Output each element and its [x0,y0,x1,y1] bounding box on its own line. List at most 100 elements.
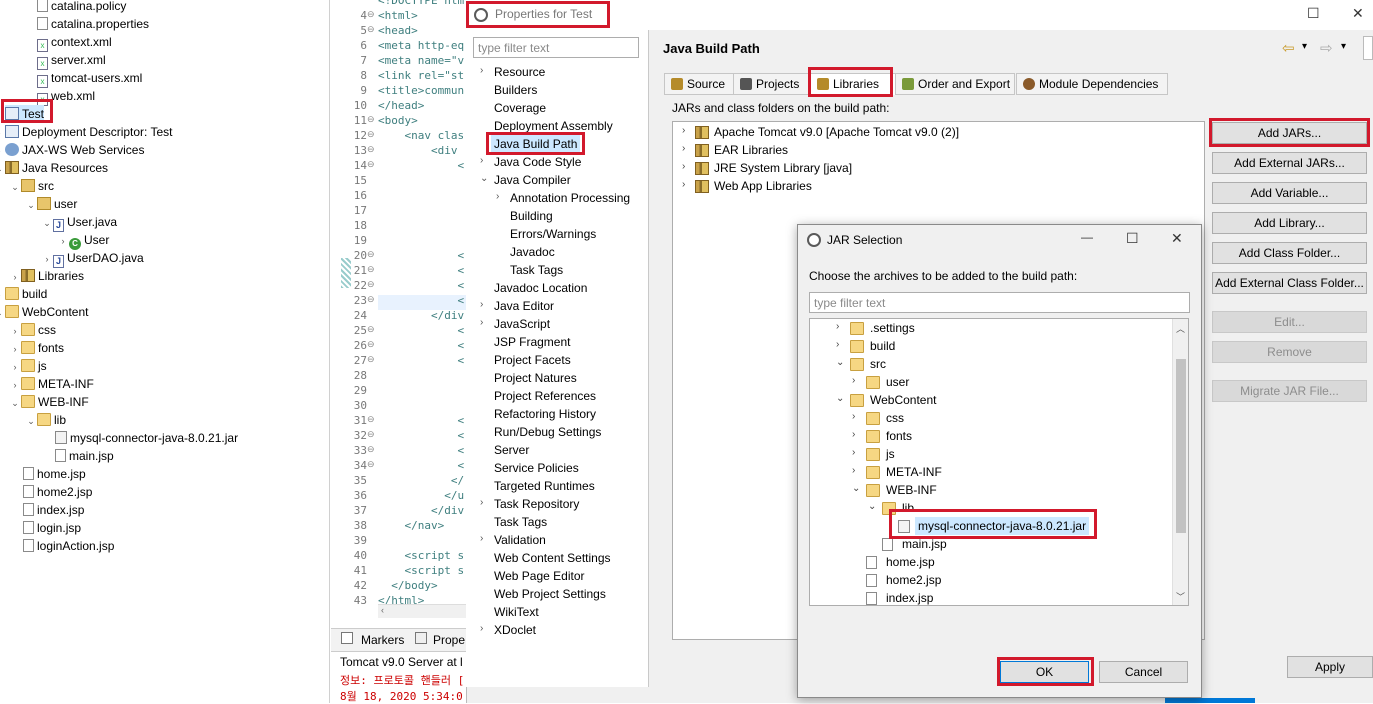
explorer-item[interactable]: home.jsp [23,465,86,483]
expand-chevron-icon[interactable]: › [852,447,855,458]
fold-icon[interactable]: ⊖ [367,9,377,20]
expand-chevron-icon[interactable]: › [852,429,855,440]
fold-icon[interactable]: ⊖ [367,414,377,425]
tree-item[interactable]: WEB-INF [886,481,937,499]
nav-item[interactable]: Targeted Runtimes [494,477,595,495]
expand-chevron-icon[interactable]: › [480,497,483,508]
nav-item[interactable]: Task Tags [510,261,563,279]
nav-item[interactable]: Deployment Assembly [494,117,613,135]
nav-item[interactable]: Building [510,207,553,225]
tree-item[interactable]: src [870,355,886,373]
minimize-icon[interactable]: — [1081,230,1093,244]
tree-item[interactable]: css [886,409,904,427]
tree-item[interactable]: META-INF [886,463,942,481]
nav-item[interactable]: Java Build Path [491,135,581,153]
explorer-item[interactable]: ›Deployment Descriptor: Test [0,123,173,141]
expand-chevron-icon[interactable]: › [480,65,483,76]
library-item[interactable]: Apache Tomcat v9.0 [Apache Tomcat v9.0 (… [714,123,959,141]
explorer-item[interactable]: index.jsp [23,501,84,519]
remove-button[interactable]: Remove [1212,341,1367,363]
explorer-item[interactable]: catalina.properties [37,15,149,33]
fold-icon[interactable]: ⊖ [367,339,377,350]
expand-chevron-icon[interactable]: › [852,465,855,476]
explorer-item[interactable]: mysql-connector-java-8.0.21.jar [55,429,238,447]
fold-icon[interactable]: ⊖ [367,144,377,155]
expand-chevron-icon[interactable]: › [480,299,483,310]
fold-icon[interactable]: ⊖ [367,114,377,125]
expand-chevron-icon[interactable]: › [9,358,21,376]
collapse-chevron-icon[interactable]: ⌄ [836,357,844,368]
add-jars-button[interactable]: Add JARs... [1212,122,1367,144]
explorer-item[interactable]: x context.xml [37,33,112,52]
fold-icon[interactable]: ⊖ [367,24,377,35]
nav-item[interactable]: JSP Fragment [494,333,570,351]
tree-item[interactable]: user [886,373,909,391]
code-editor[interactable]: <!DOCTYPE html>4⊖<html>5⊖<head>6<meta ht… [331,0,466,628]
collapse-chevron-icon[interactable]: ⌄ [41,214,53,232]
expand-chevron-icon[interactable]: › [480,623,483,634]
nav-item[interactable]: Server [494,441,529,459]
tree-item[interactable]: .settings [870,319,915,337]
explorer-item[interactable]: ⌄ lib [27,411,66,429]
add-library-button[interactable]: Add Library... [1212,212,1367,234]
explorer-item[interactable]: › J UserDAO.java [46,249,144,268]
explorer-item[interactable]: › css [14,321,56,339]
library-item[interactable]: Web App Libraries [714,177,812,195]
tree-item[interactable]: index.jsp [886,589,933,605]
explorer-item[interactable]: ⌄ WEB-INF [11,393,89,411]
explorer-item[interactable]: › fonts [14,339,64,357]
explorer-item[interactable]: ›JAX-WS Web Services [0,141,144,159]
scroll-down-icon[interactable]: ﹀ [1176,590,1185,603]
explorer-item[interactable]: ⌄WebContent [0,303,89,321]
tab-module-dependencies[interactable]: Module Dependencies [1016,73,1168,95]
maximize-icon[interactable]: ☐ [1126,230,1139,247]
nav-item[interactable]: Web Project Settings [494,585,606,603]
library-item[interactable]: EAR Libraries [714,141,788,159]
add-external-class-folder-button[interactable]: Add External Class Folder... [1212,272,1367,294]
fold-icon[interactable]: ⊖ [367,279,377,290]
explorer-item[interactable]: › C User [62,231,109,250]
nav-item[interactable]: Java Code Style [494,153,581,171]
explorer-item[interactable]: x tomcat-users.xml [37,69,142,88]
explorer-item[interactable]: Test [5,105,45,123]
forward-menu-icon[interactable]: ▾ [1341,41,1346,52]
explorer-item[interactable]: ⌄Java Resources [0,159,108,177]
fold-icon[interactable]: ⊖ [367,324,377,335]
explorer-item[interactable]: home2.jsp [23,483,92,501]
ok-button[interactable]: OK [1000,661,1089,683]
collapse-chevron-icon[interactable]: ⌄ [25,412,37,430]
nav-item[interactable]: WikiText [494,603,539,621]
tree-item[interactable]: fonts [886,427,912,445]
fold-icon[interactable]: ⊖ [367,249,377,260]
edit-button[interactable]: Edit... [1212,311,1367,333]
explorer-item[interactable]: ⌄ J User.java [43,213,117,232]
fold-icon[interactable]: ⊖ [367,444,377,455]
collapse-chevron-icon[interactable]: ⌄ [9,394,21,412]
expand-chevron-icon[interactable]: › [496,191,499,202]
explorer-item[interactable]: ⌄ user [27,195,77,213]
nav-item[interactable]: Project Facets [494,351,571,369]
fold-icon[interactable]: ⊖ [367,159,377,170]
tab-properties[interactable]: Prope [433,633,465,647]
tab-order-and-export[interactable]: Order and Export [895,73,1015,95]
expand-chevron-icon[interactable]: › [41,250,53,268]
tree-item[interactable]: lib [902,499,914,517]
expand-chevron-icon[interactable]: › [682,125,685,136]
migrate-jar-button[interactable]: Migrate JAR File... [1212,380,1367,402]
fold-icon[interactable]: ⊖ [367,354,377,365]
expand-chevron-icon[interactable]: › [9,322,21,340]
add-variable-button[interactable]: Add Variable... [1212,182,1367,204]
explorer-item[interactable]: › Libraries [14,267,84,285]
tree-item[interactable]: mysql-connector-java-8.0.21.jar [915,517,1090,535]
tree-item[interactable]: WebContent [870,391,937,409]
nav-item[interactable]: XDoclet [494,621,536,639]
nav-filter-input[interactable] [473,37,639,58]
collapse-chevron-icon[interactable]: ⌄ [868,501,876,512]
collapse-chevron-icon[interactable]: ⌄ [836,393,844,404]
jar-filter-input[interactable] [809,292,1190,313]
expand-chevron-icon[interactable]: › [57,232,69,250]
tree-scrollbar[interactable]: ︿ ﹀ [1172,319,1188,605]
fold-icon[interactable]: ⊖ [367,429,377,440]
expand-chevron-icon[interactable]: › [836,339,839,350]
nav-item[interactable]: Javadoc Location [494,279,587,297]
